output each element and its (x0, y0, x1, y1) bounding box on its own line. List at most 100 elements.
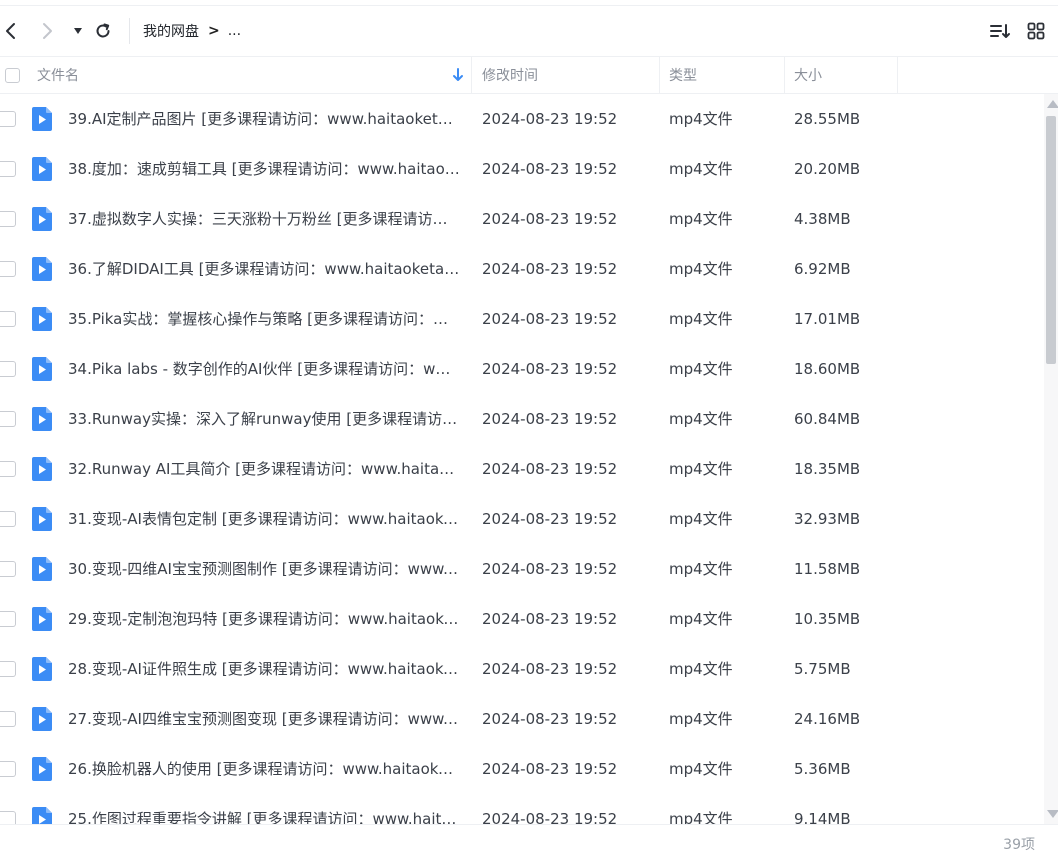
column-divider[interactable] (471, 57, 472, 93)
sort-list-icon (990, 24, 1010, 38)
item-count: 39项 (1003, 837, 1035, 853)
scroll-up-icon[interactable] (1047, 100, 1058, 108)
row-checkbox[interactable] (0, 361, 16, 377)
file-type: mp4文件 (669, 810, 733, 824)
file-name[interactable]: 34.Pika labs - 数字创作的AI伙伴 [更多课程请访问：www.ha… (68, 358, 460, 380)
scrollbar-thumb[interactable] (1046, 116, 1056, 364)
file-size: 5.36MB (794, 760, 851, 778)
back-button[interactable] (0, 19, 20, 43)
row-checkbox[interactable] (0, 661, 16, 677)
forward-button[interactable] (38, 19, 58, 43)
table-row[interactable]: 35.Pika实战：掌握核心操作与策略 [更多课程请访问：www.haitaok… (0, 294, 1044, 344)
grid-view-icon (1027, 22, 1045, 40)
chevron-right-icon (43, 23, 52, 39)
table-row[interactable]: 29.变现-定制泡泡玛特 [更多课程请访问：www.haitaoketang.c… (0, 594, 1044, 644)
scroll-down-icon[interactable] (1047, 810, 1058, 818)
file-name[interactable]: 33.Runway实操：深入了解runway使用 [更多课程请访问：www.ha… (68, 408, 460, 430)
row-checkbox[interactable] (0, 511, 16, 527)
file-type: mp4文件 (669, 310, 733, 328)
sort-button[interactable] (988, 19, 1012, 43)
file-name[interactable]: 31.变现-AI表情包定制 [更多课程请访问：www.haitaoketang.… (68, 508, 460, 530)
table-row[interactable]: 32.Runway AI工具简介 [更多课程请访问：www.haitaoketa… (0, 444, 1044, 494)
file-modified: 2024-08-23 19:52 (482, 310, 618, 328)
file-type: mp4文件 (669, 460, 733, 478)
table-row[interactable]: 37.虚拟数字人实操：三天涨粉十万粉丝 [更多课程请访问：www.haitaok… (0, 194, 1044, 244)
row-checkbox[interactable] (0, 811, 16, 824)
column-modified[interactable]: 修改时间 (482, 57, 538, 93)
breadcrumb-more[interactable]: ... (228, 23, 241, 39)
row-checkbox[interactable] (0, 761, 16, 777)
video-file-icon (32, 707, 52, 731)
file-size: 5.75MB (794, 660, 851, 678)
file-modified: 2024-08-23 19:52 (482, 610, 618, 628)
row-checkbox[interactable] (0, 311, 16, 327)
breadcrumb: 我的网盘 > ... (143, 21, 241, 41)
file-name[interactable]: 28.变现-AI证件照生成 [更多课程请访问：www.haitaoketang.… (68, 658, 460, 680)
file-name[interactable]: 35.Pika实战：掌握核心操作与策略 [更多课程请访问：www.haitaok… (68, 308, 460, 330)
file-name[interactable]: 36.了解DIDAI工具 [更多课程请访问：www.haitaoketang.c… (68, 258, 460, 280)
vertical-scrollbar[interactable] (1044, 94, 1058, 824)
table-row[interactable]: 39.AI定制产品图片 [更多课程请访问：www.haitaoketang.co… (0, 94, 1044, 144)
file-name[interactable]: 30.变现-四维AI宝宝预测图制作 [更多课程请访问：www.haitaoket… (68, 558, 460, 580)
table-row[interactable]: 26.换脸机器人的使用 [更多课程请访问：www.haitaoketang.co… (0, 744, 1044, 794)
file-modified: 2024-08-23 19:52 (482, 360, 618, 378)
file-name[interactable]: 37.虚拟数字人实操：三天涨粉十万粉丝 [更多课程请访问：www.haitaok… (68, 208, 460, 230)
history-dropdown-button[interactable] (68, 19, 88, 43)
breadcrumb-root[interactable]: 我的网盘 (143, 21, 199, 41)
grid-view-button[interactable] (1024, 19, 1048, 43)
column-divider[interactable] (784, 57, 785, 93)
column-header: 文件名 修改时间 类型 大小 (0, 56, 1058, 94)
toolbar: 我的网盘 > ... (0, 6, 1058, 56)
file-name[interactable]: 38.度加：速成剪辑工具 [更多课程请访问：www.haitaoketang.c… (68, 158, 460, 180)
row-checkbox[interactable] (0, 411, 16, 427)
file-size: 24.16MB (794, 710, 861, 728)
column-size[interactable]: 大小 (794, 57, 822, 93)
column-name[interactable]: 文件名 (37, 57, 79, 93)
video-file-icon (32, 157, 52, 181)
file-type: mp4文件 (669, 710, 733, 728)
row-checkbox[interactable] (0, 461, 16, 477)
file-size: 17.01MB (794, 310, 861, 328)
table-row[interactable]: 34.Pika labs - 数字创作的AI伙伴 [更多课程请访问：www.ha… (0, 344, 1044, 394)
file-modified: 2024-08-23 19:52 (482, 410, 618, 428)
refresh-button[interactable] (93, 19, 113, 43)
file-name[interactable]: 32.Runway AI工具简介 [更多课程请访问：www.haitaoketa… (68, 458, 460, 480)
video-file-icon (32, 307, 52, 331)
row-checkbox[interactable] (0, 111, 16, 127)
table-row[interactable]: 30.变现-四维AI宝宝预测图制作 [更多课程请访问：www.haitaoket… (0, 544, 1044, 594)
file-size: 6.92MB (794, 260, 851, 278)
table-row[interactable]: 25.作图过程重要指令讲解 [更多课程请访问：www.haitaoketang.… (0, 794, 1044, 824)
refresh-icon (96, 23, 110, 38)
row-checkbox[interactable] (0, 561, 16, 577)
file-name[interactable]: 25.作图过程重要指令讲解 [更多课程请访问：www.haitaoketang.… (68, 808, 460, 824)
row-checkbox[interactable] (0, 261, 16, 277)
select-all-checkbox[interactable] (5, 57, 20, 93)
column-divider[interactable] (659, 57, 660, 93)
table-row[interactable]: 38.度加：速成剪辑工具 [更多课程请访问：www.haitaoketang.c… (0, 144, 1044, 194)
file-size: 10.35MB (794, 610, 861, 628)
arrow-down-icon[interactable] (452, 57, 464, 93)
row-checkbox[interactable] (0, 611, 16, 627)
video-file-icon (32, 207, 52, 231)
video-file-icon (32, 457, 52, 481)
table-row[interactable]: 33.Runway实操：深入了解runway使用 [更多课程请访问：www.ha… (0, 394, 1044, 444)
file-name[interactable]: 27.变现-AI四维宝宝预测图变现 [更多课程请访问：www.haitaoket… (68, 708, 460, 730)
file-size: 20.20MB (794, 160, 861, 178)
table-row[interactable]: 31.变现-AI表情包定制 [更多课程请访问：www.haitaoketang.… (0, 494, 1044, 544)
table-row[interactable]: 28.变现-AI证件照生成 [更多课程请访问：www.haitaoketang.… (0, 644, 1044, 694)
file-modified: 2024-08-23 19:52 (482, 260, 618, 278)
row-checkbox[interactable] (0, 161, 16, 177)
row-checkbox[interactable] (0, 211, 16, 227)
table-row[interactable]: 36.了解DIDAI工具 [更多课程请访问：www.haitaoketang.c… (0, 244, 1044, 294)
table-row[interactable]: 27.变现-AI四维宝宝预测图变现 [更多课程请访问：www.haitaoket… (0, 694, 1044, 744)
file-name[interactable]: 26.换脸机器人的使用 [更多课程请访问：www.haitaoketang.co… (68, 758, 460, 780)
file-modified: 2024-08-23 19:52 (482, 760, 618, 778)
column-divider[interactable] (897, 57, 898, 93)
file-name[interactable]: 29.变现-定制泡泡玛特 [更多课程请访问：www.haitaoketang.c… (68, 608, 460, 630)
column-type[interactable]: 类型 (669, 57, 697, 93)
file-name[interactable]: 39.AI定制产品图片 [更多课程请访问：www.haitaoketang.co… (68, 108, 460, 130)
file-size: 4.38MB (794, 210, 851, 228)
row-checkbox[interactable] (0, 711, 16, 727)
file-type: mp4文件 (669, 610, 733, 628)
video-file-icon (32, 507, 52, 531)
